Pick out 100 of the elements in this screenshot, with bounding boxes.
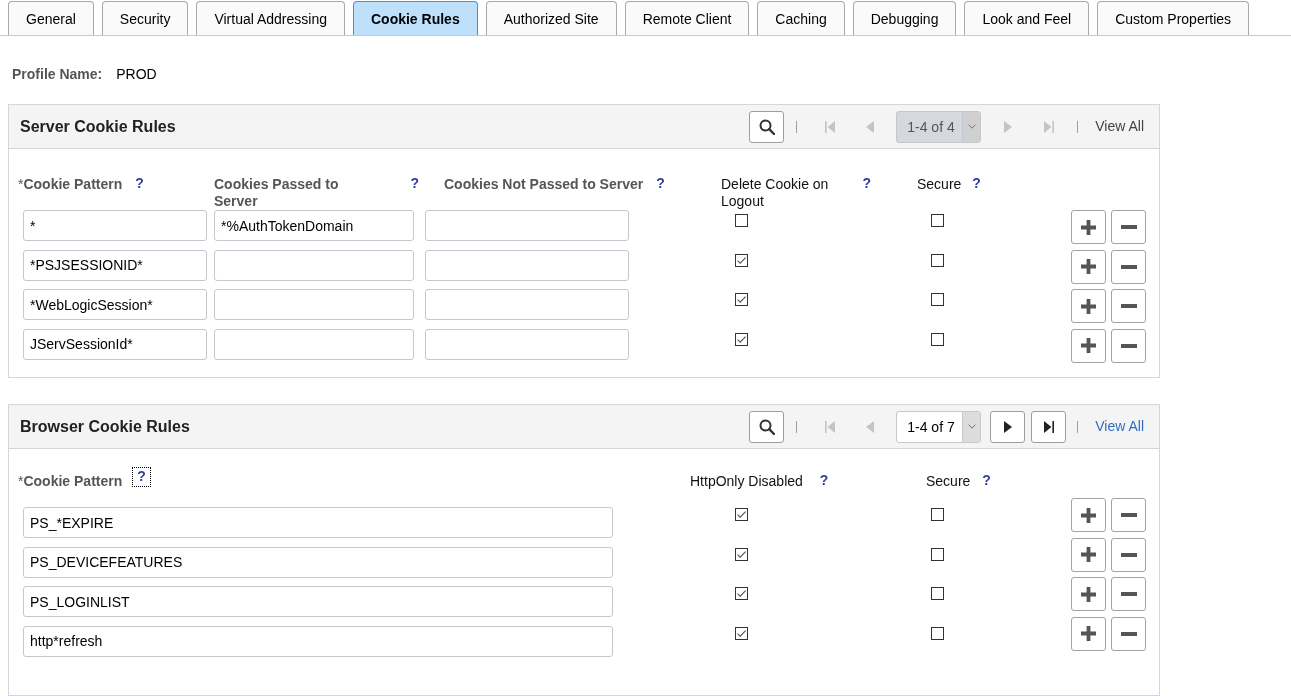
tab[interactable]: Security <box>101 1 189 35</box>
plus-icon <box>1081 547 1096 562</box>
checkbox[interactable] <box>931 508 944 521</box>
add-row-button[interactable] <box>1071 537 1106 572</box>
delete-row-button[interactable] <box>1111 616 1146 651</box>
help-link[interactable]: ? <box>862 176 871 191</box>
field-label: Profile Name: <box>12 66 103 83</box>
tab[interactable]: Debugging <box>852 1 957 35</box>
delete-row-button[interactable] <box>1111 537 1146 572</box>
plus-icon <box>1081 338 1096 353</box>
checkbox[interactable] <box>931 332 944 346</box>
chevron-down-icon <box>967 124 976 129</box>
text-field[interactable]: JServSessionId* <box>23 328 207 360</box>
add-row-button[interactable] <box>1071 328 1106 363</box>
chevron-down-icon <box>967 424 976 429</box>
checkbox[interactable] <box>931 587 944 600</box>
delete-row-button[interactable] <box>1111 577 1146 611</box>
last-page-icon <box>1043 420 1054 433</box>
text-field[interactable] <box>425 289 629 320</box>
column-header: Delete Cookie on Logout <box>721 176 830 210</box>
checkbox[interactable] <box>735 547 748 561</box>
previous-page-icon <box>865 120 874 133</box>
add-row-button[interactable] <box>1071 577 1106 611</box>
tab[interactable]: Cookie Rules <box>353 1 478 35</box>
next-page-button[interactable] <box>990 410 1026 443</box>
checkbox[interactable] <box>931 547 944 561</box>
plus-icon <box>1081 626 1096 641</box>
minus-icon <box>1120 631 1137 636</box>
next-page-icon <box>1003 420 1012 433</box>
delete-row-button[interactable] <box>1111 498 1146 532</box>
minus-icon <box>1120 513 1137 517</box>
help-link[interactable]: ? <box>819 473 829 488</box>
checkbox[interactable] <box>735 626 748 640</box>
help-link[interactable]: ? <box>972 176 981 191</box>
column-header: *Cookie Pattern <box>18 473 123 490</box>
text-field[interactable] <box>425 328 629 360</box>
previous-page-icon <box>865 420 874 433</box>
checkbox[interactable] <box>931 253 944 267</box>
checkbox[interactable] <box>735 508 748 521</box>
column-header: Cookies Passed to Server <box>214 176 340 210</box>
checkbox[interactable] <box>931 214 944 227</box>
text-field[interactable]: *PSJSESSIONID* <box>23 249 207 281</box>
column-header: Cookies Not Passed to Server <box>444 176 644 193</box>
first-page-icon <box>824 120 835 133</box>
tab[interactable]: Caching <box>757 1 845 35</box>
text-field[interactable]: http*refresh <box>23 625 613 657</box>
add-row-button[interactable] <box>1071 616 1106 651</box>
delete-row-button[interactable] <box>1111 328 1146 363</box>
add-row-button[interactable] <box>1071 289 1106 323</box>
text-field[interactable]: PS_*EXPIRE <box>23 507 613 538</box>
text-field[interactable]: *%AuthTokenDomain <box>214 210 414 241</box>
minus-icon <box>1120 264 1137 269</box>
view-all-link[interactable]: View All <box>1095 418 1144 435</box>
tab[interactable]: General <box>8 1 94 35</box>
search-icon <box>758 118 775 135</box>
checkbox[interactable] <box>735 214 748 227</box>
text-field[interactable]: PS_DEVICEFEATURES <box>23 546 613 578</box>
text-field[interactable] <box>425 249 629 281</box>
help-link[interactable]: ? <box>135 176 144 191</box>
help-link[interactable]: ? <box>656 176 665 191</box>
column-header: HttpOnly Disabled <box>690 473 803 490</box>
tab[interactable]: Authorized Site <box>485 1 617 35</box>
checkbox[interactable] <box>735 293 748 306</box>
panel-title: Server Cookie Rules <box>20 118 176 135</box>
delete-row-button[interactable] <box>1111 289 1146 323</box>
checkbox[interactable] <box>931 626 944 640</box>
text-field[interactable]: * <box>23 210 207 241</box>
search-button[interactable] <box>749 110 785 143</box>
help-link[interactable]: ? <box>982 473 991 488</box>
column-header: *Cookie Pattern <box>18 176 123 193</box>
add-row-button[interactable] <box>1071 249 1106 284</box>
help-link[interactable]: ? <box>410 176 419 191</box>
text-field[interactable]: *WebLogicSession* <box>23 289 207 320</box>
text-field[interactable] <box>214 249 414 281</box>
text-field[interactable]: PS_LOGINLIST <box>23 586 613 617</box>
plus-icon <box>1081 219 1096 235</box>
minus-icon <box>1120 592 1137 596</box>
checkbox[interactable] <box>931 293 944 306</box>
search-button[interactable] <box>749 410 785 443</box>
page-select[interactable]: 1-4 of 7 <box>896 410 982 443</box>
tab[interactable]: Virtual Addressing <box>196 1 345 35</box>
tab[interactable]: Remote Client <box>624 1 750 35</box>
column-header: Secure <box>917 176 962 193</box>
checkbox[interactable] <box>735 587 748 600</box>
minus-icon <box>1120 343 1137 348</box>
text-field[interactable] <box>425 210 629 241</box>
plus-icon <box>1081 259 1096 274</box>
last-page-button[interactable] <box>1031 410 1067 443</box>
tab[interactable]: Custom Properties <box>1097 1 1250 35</box>
add-row-button[interactable] <box>1071 210 1106 244</box>
tab[interactable]: Look and Feel <box>964 1 1090 35</box>
help-link[interactable]: ? <box>133 468 150 486</box>
plus-icon <box>1081 507 1096 523</box>
text-field[interactable] <box>214 289 414 320</box>
delete-row-button[interactable] <box>1111 249 1146 284</box>
text-field[interactable] <box>214 328 414 360</box>
delete-row-button[interactable] <box>1111 210 1146 244</box>
add-row-button[interactable] <box>1071 498 1106 532</box>
checkbox[interactable] <box>735 253 748 267</box>
checkbox[interactable] <box>735 332 748 346</box>
